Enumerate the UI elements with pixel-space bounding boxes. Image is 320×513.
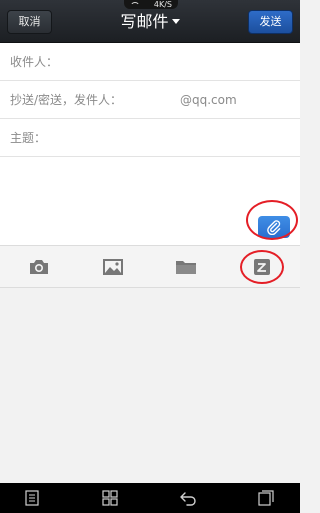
navigation-bar: [0, 483, 300, 513]
note-highlight-ring: [240, 250, 284, 284]
sender-address: @qq.com: [180, 93, 237, 107]
page-title[interactable]: 写邮件: [100, 10, 200, 34]
subject-field[interactable]: 主题：: [0, 119, 300, 157]
recent-apps-icon: [258, 490, 274, 506]
image-icon: [103, 259, 123, 275]
network-speed: 4K/S: [153, 0, 172, 9]
subject-label: 主题：: [10, 131, 47, 145]
to-label: 收件人：: [10, 55, 59, 69]
recent-apps-button[interactable]: [256, 489, 276, 507]
folder-button[interactable]: [174, 256, 198, 278]
cc-label: 抄送/密送，发件人：: [10, 93, 123, 107]
image-button[interactable]: [101, 256, 125, 278]
send-button[interactable]: 发送: [248, 10, 293, 34]
back-button[interactable]: [178, 489, 198, 507]
attachment-highlight-ring: [246, 200, 298, 240]
camera-button[interactable]: [27, 256, 51, 278]
caret-down-icon: [171, 19, 180, 24]
page-title-text: 写邮件: [120, 12, 169, 31]
folder-icon: [176, 261, 196, 274]
back-icon: [180, 492, 196, 506]
camera-icon: [30, 260, 48, 274]
cc-bcc-sender-field[interactable]: 抄送/密送，发件人： @qq.com: [0, 81, 300, 119]
to-field[interactable]: 收件人：: [0, 43, 300, 81]
apps-button[interactable]: [100, 489, 120, 507]
wifi-icon: [130, 1, 140, 8]
status-indicator: 4K/S: [124, 0, 178, 9]
apps-icon: [102, 490, 118, 506]
cancel-button[interactable]: 取消: [7, 10, 52, 34]
menu-icon: [25, 490, 39, 506]
menu-button[interactable]: [22, 489, 42, 507]
